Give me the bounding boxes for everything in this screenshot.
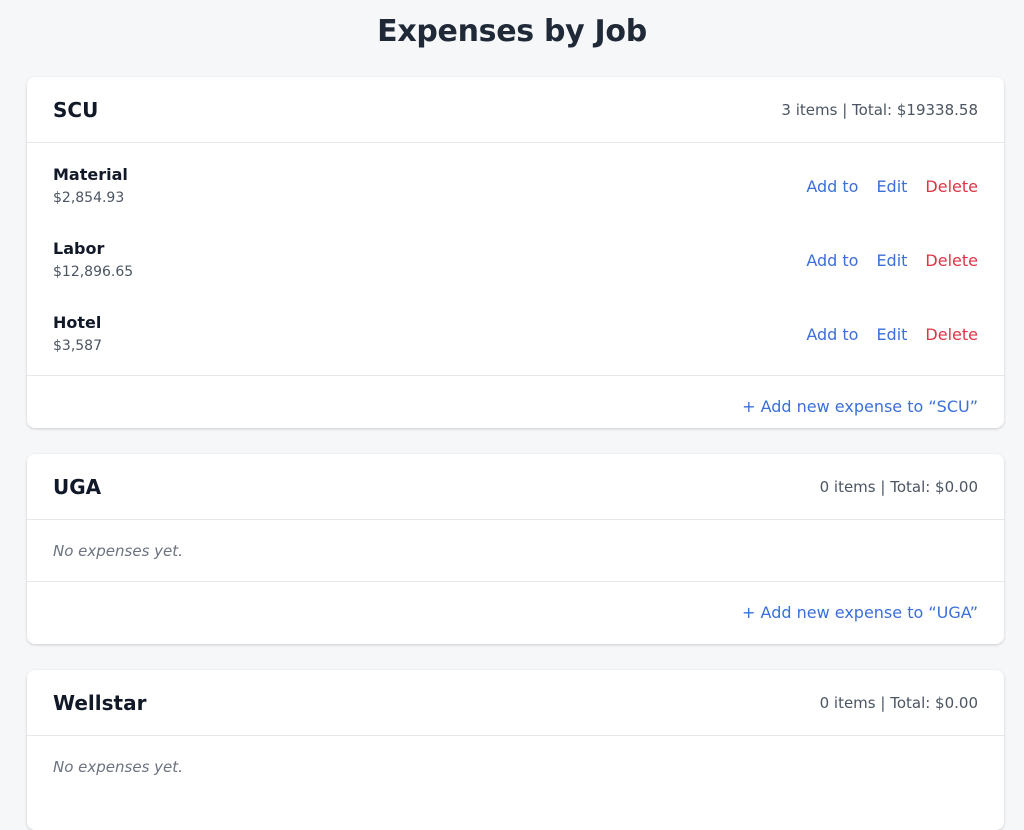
job-card-footer: + Add new expense to “UGA”	[27, 581, 1004, 643]
job-name: UGA	[53, 474, 102, 499]
expense-amount: $12,896.65	[53, 264, 134, 280]
expense-amount: $2,854.93	[53, 190, 125, 206]
edit-button[interactable]: Edit	[876, 325, 907, 344]
job-summary: 0 items | Total: $0.00	[819, 477, 978, 496]
expense-row: Material $2,854.93 Add to Edit Delete	[27, 149, 1004, 223]
add-to-button[interactable]: Add to	[806, 325, 858, 344]
edit-button[interactable]: Edit	[876, 251, 907, 270]
expense-row: Labor $12,896.65 Add to Edit Delete	[27, 223, 1004, 297]
expense-list: Material $2,854.93 Add to Edit Delete La…	[27, 143, 1004, 375]
expense-name: Labor	[53, 239, 105, 258]
expense-amount: $3,587	[53, 338, 102, 354]
job-card-header: Wellstar 0 items | Total: $0.00	[27, 670, 1004, 736]
job-summary: 0 items | Total: $0.00	[819, 693, 978, 712]
page-title: Expenses by Job	[377, 14, 647, 49]
job-card-header: UGA 0 items | Total: $0.00	[27, 454, 1004, 520]
expense-info: Labor $12,896.65	[53, 237, 133, 283]
expense-actions: Add to Edit Delete	[806, 325, 978, 344]
expense-name: Material	[53, 165, 128, 184]
job-card-header: SCU 3 items | Total: $19338.58	[27, 77, 1004, 143]
delete-button[interactable]: Delete	[925, 177, 978, 196]
delete-button[interactable]: Delete	[925, 325, 978, 344]
edit-button[interactable]: Edit	[876, 177, 907, 196]
job-name: SCU	[53, 97, 99, 122]
job-card-footer: + Add new expense to “SCU”	[27, 375, 1004, 437]
job-summary: 3 items | Total: $19338.58	[781, 100, 978, 119]
expense-name: Hotel	[53, 313, 102, 332]
empty-expenses-message: No expenses yet.	[53, 757, 183, 776]
job-name: Wellstar	[53, 690, 147, 715]
delete-button[interactable]: Delete	[925, 251, 978, 270]
expense-row: Hotel $3,587 Add to Edit Delete	[27, 297, 1004, 371]
expense-info: Hotel $3,587	[53, 311, 102, 357]
job-card-uga: UGA 0 items | Total: $0.00 No expenses y…	[27, 454, 1004, 644]
empty-expenses-message: No expenses yet.	[53, 541, 183, 560]
expense-actions: Add to Edit Delete	[806, 251, 978, 270]
expense-actions: Add to Edit Delete	[806, 177, 978, 196]
expense-info: Material $2,854.93	[53, 163, 128, 209]
add-new-expense-link[interactable]: + Add new expense to “UGA”	[742, 603, 978, 622]
add-to-button[interactable]: Add to	[806, 177, 858, 196]
add-to-button[interactable]: Add to	[806, 251, 858, 270]
job-card-wellstar: Wellstar 0 items | Total: $0.00 No expen…	[27, 670, 1004, 830]
job-card-scu: SCU 3 items | Total: $19338.58 Material …	[27, 77, 1004, 428]
add-new-expense-link[interactable]: + Add new expense to “SCU”	[742, 397, 978, 416]
